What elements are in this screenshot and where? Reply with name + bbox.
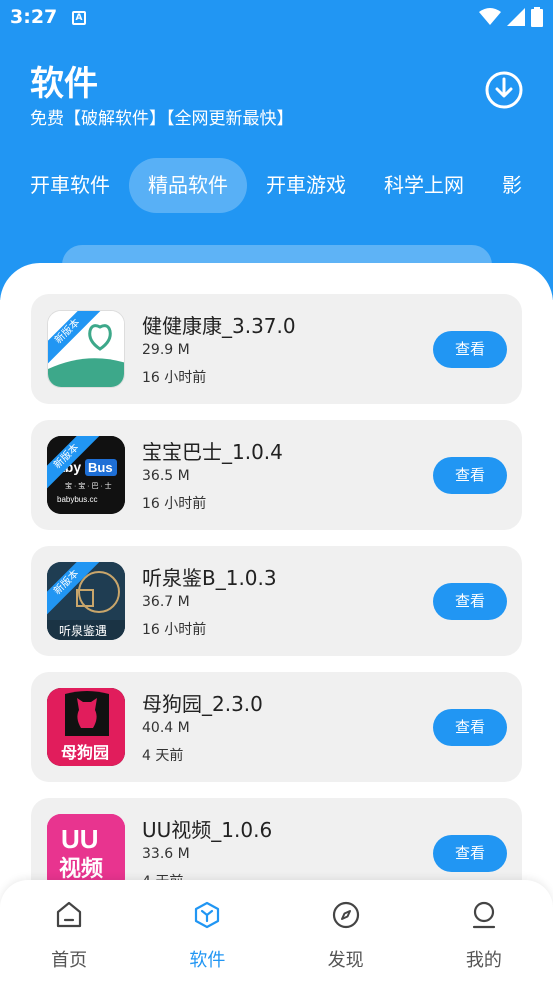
app-name: 母狗园_2.3.0	[142, 692, 263, 716]
nav-profile-label: 我的	[465, 950, 502, 971]
svg-text:UU: UU	[61, 824, 99, 854]
page-subtitle: 免费【破解软件】【全网更新最快】	[30, 109, 294, 129]
status-time: 3:27	[10, 6, 58, 28]
app-size: 36.5 M	[142, 468, 190, 484]
nav-home[interactable]: 首页	[0, 880, 138, 984]
tab-vpn[interactable]: 科学上网	[365, 158, 483, 213]
app-name: 听泉鉴B_1.0.3	[142, 566, 277, 590]
svg-text:视频: 视频	[59, 856, 103, 882]
battery-icon	[531, 7, 543, 27]
category-tabs: 开車软件 精品软件 开車游戏 科学上网 影	[30, 158, 541, 213]
babybus-app-icon: aby Bus 宝 · 宝 · 巴 · 士 babybus.cc 新版本	[47, 436, 125, 514]
app-updated-time: 4 天前	[142, 748, 184, 764]
svg-text:母狗园: 母狗园	[61, 743, 109, 762]
svg-text:babybus.cc: babybus.cc	[57, 495, 97, 504]
nav-discover[interactable]: 发现	[277, 880, 415, 984]
page-title: 软件	[30, 64, 98, 104]
app-size: 40.4 M	[142, 720, 190, 736]
app-updated-time: 16 小时前	[142, 370, 207, 386]
nav-profile[interactable]: 我的	[415, 880, 553, 984]
tab-kaiche-games[interactable]: 开車游戏	[247, 158, 365, 213]
home-icon	[57, 901, 82, 928]
notification-icon: A	[72, 11, 86, 25]
signal-icon	[507, 8, 525, 26]
app-list: 新版本 健健康康_3.37.0 29.9 M 16 小时前 查看 aby Bus…	[31, 294, 522, 924]
content-sheet: 新版本 健健康康_3.37.0 29.9 M 16 小时前 查看 aby Bus…	[0, 263, 553, 984]
nav-home-label: 首页	[51, 950, 88, 971]
view-button[interactable]: 查看	[433, 583, 507, 620]
app-size: 29.9 M	[142, 342, 190, 358]
app-size: 36.7 M	[142, 594, 190, 610]
mugouyuan-app-icon: 母狗园	[47, 688, 125, 766]
status-icons	[479, 7, 543, 27]
nav-software-label: 软件	[189, 950, 226, 971]
status-bar: 3:27 A	[0, 0, 553, 36]
nav-discover-label: 发现	[327, 950, 364, 971]
app-card[interactable]: 听泉鉴遇 新版本 听泉鉴B_1.0.3 36.7 M 16 小时前 查看	[31, 546, 522, 656]
app-updated-time: 16 小时前	[142, 496, 207, 512]
app-card[interactable]: 新版本 健健康康_3.37.0 29.9 M 16 小时前 查看	[31, 294, 522, 404]
app-name: 宝宝巴士_1.0.4	[142, 440, 283, 464]
view-button[interactable]: 查看	[433, 331, 507, 368]
app-name: UU视频_1.0.6	[142, 818, 273, 842]
compass-icon	[332, 901, 359, 929]
svg-text:听泉鉴遇: 听泉鉴遇	[59, 624, 107, 638]
tab-premium-software[interactable]: 精品软件	[129, 158, 247, 213]
svg-text:宝 · 宝 · 巴 · 士: 宝 · 宝 · 巴 · 士	[65, 481, 112, 490]
app-name: 健健康康_3.37.0	[142, 314, 296, 338]
apps-icon	[195, 901, 220, 929]
view-button[interactable]: 查看	[433, 457, 507, 494]
tab-movies[interactable]: 影	[483, 158, 541, 213]
heart-app-icon: 新版本	[47, 310, 125, 388]
view-button[interactable]: 查看	[433, 709, 507, 746]
view-button[interactable]: 查看	[433, 835, 507, 872]
wifi-icon	[479, 8, 501, 25]
tab-kaiche-software[interactable]: 开車软件	[11, 158, 129, 213]
app-card[interactable]: 母狗园 母狗园_2.3.0 40.4 M 4 天前 查看	[31, 672, 522, 782]
download-icon[interactable]	[484, 70, 524, 110]
app-card[interactable]: aby Bus 宝 · 宝 · 巴 · 士 babybus.cc 新版本 宝宝巴…	[31, 420, 522, 530]
nav-software[interactable]: 软件	[138, 880, 276, 984]
bottom-navigation: 首页 软件 发现 我的	[0, 880, 553, 984]
svg-text:Bus: Bus	[88, 460, 113, 475]
profile-icon	[472, 901, 495, 929]
tingquan-app-icon: 听泉鉴遇 新版本	[47, 562, 125, 640]
app-size: 33.6 M	[142, 846, 190, 862]
app-updated-time: 16 小时前	[142, 622, 207, 638]
